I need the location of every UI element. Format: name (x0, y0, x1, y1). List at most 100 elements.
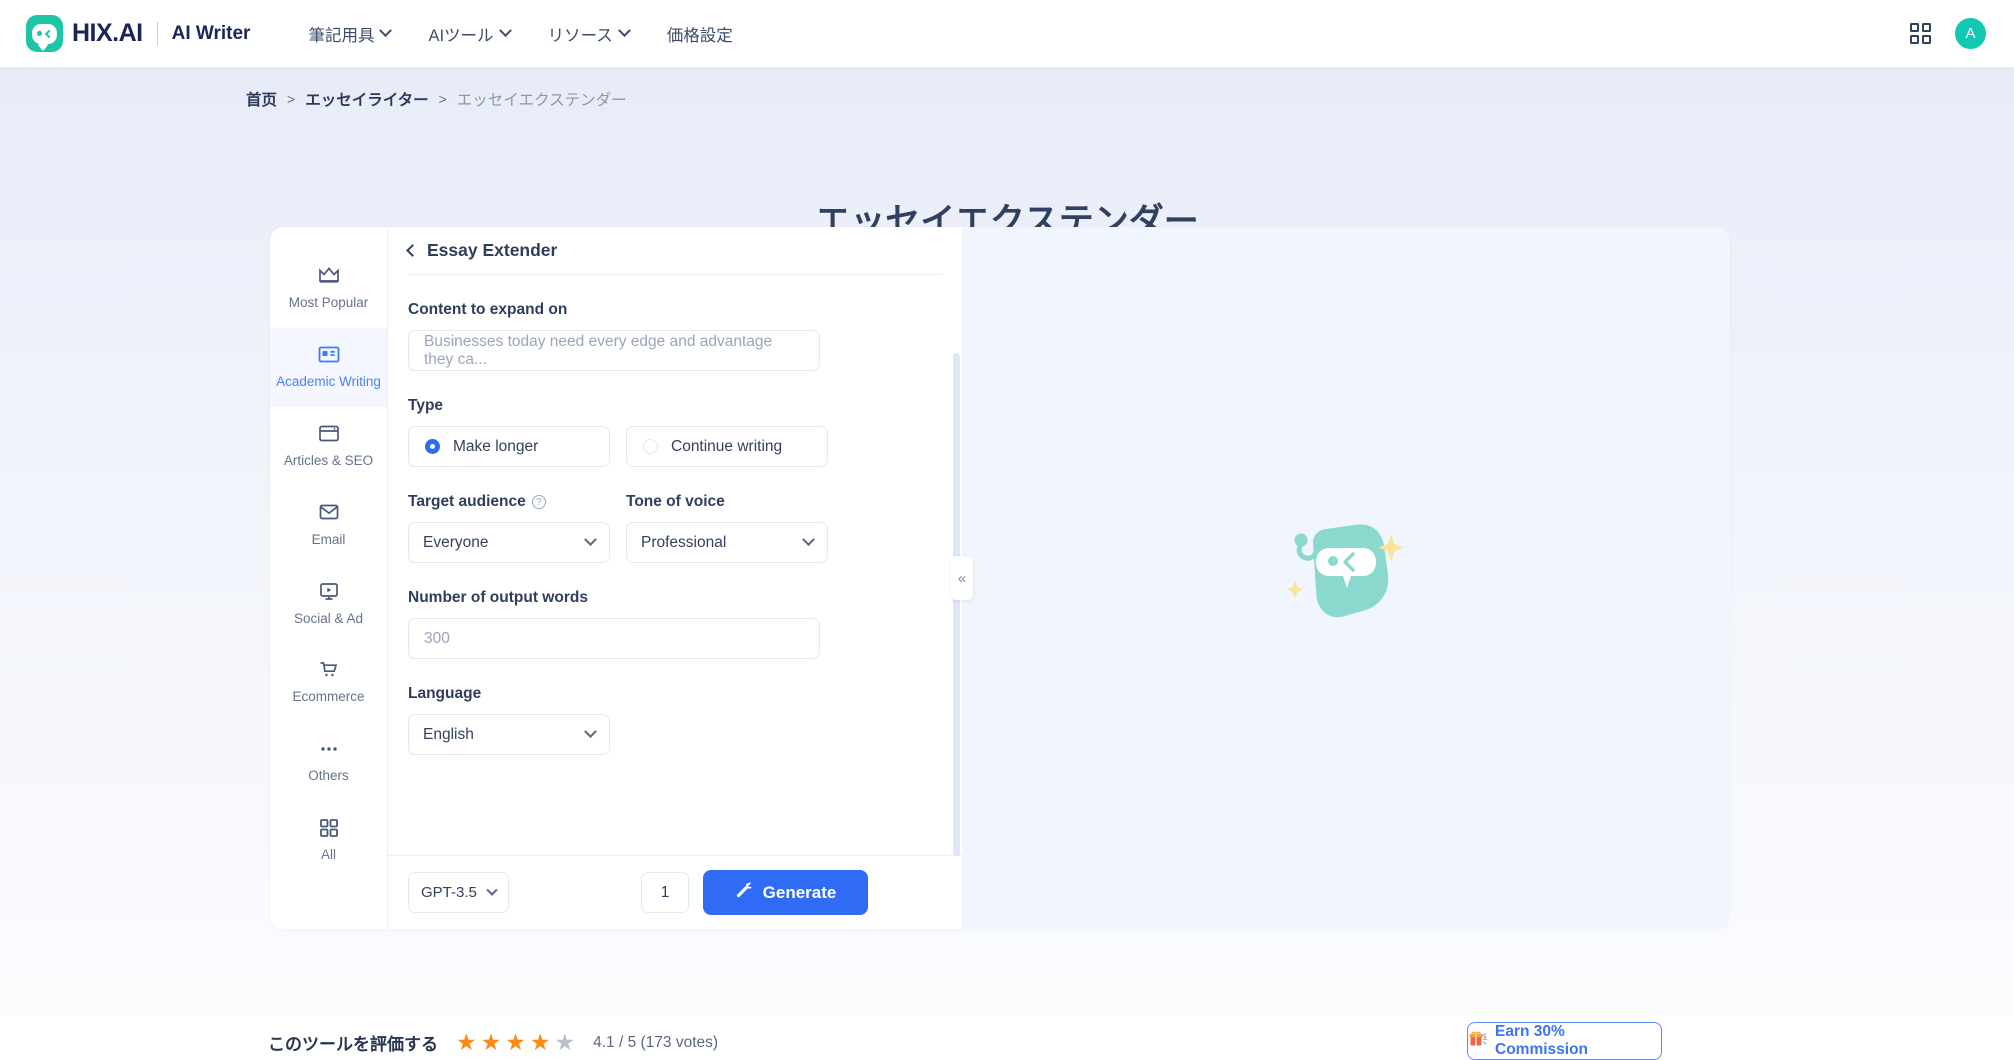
type-option-label: Make longer (453, 437, 539, 455)
sidebar-item-articles-seo[interactable]: Articles & SEO (270, 407, 387, 486)
radio-selected-icon (425, 439, 440, 454)
star-icon[interactable]: ★ (481, 1031, 502, 1054)
chevron-down-icon (584, 533, 597, 547)
tone-of-voice-select[interactable]: Professional (626, 522, 828, 563)
nav-label: AIツール (428, 26, 494, 45)
type-option-label: Continue writing (671, 437, 783, 455)
sidebar-item-label: Articles & SEO (283, 452, 374, 468)
brand-divider (156, 21, 158, 46)
target-audience-value: Everyone (423, 533, 489, 551)
rating-stars[interactable]: ★ ★ ★ ★ ★ (456, 1031, 575, 1054)
sidebar-item-label: Ecommerce (292, 689, 365, 705)
model-value: GPT-3.5 (421, 884, 477, 901)
sidebar-item-email[interactable]: Email (270, 486, 387, 565)
nav-item-ai-tools[interactable]: AIツール (428, 22, 512, 46)
category-sidebar: Most Popular Academic Writing Articles &… (270, 227, 387, 929)
output-preview-pane: « (951, 227, 1730, 929)
tool-card: Most Popular Academic Writing Articles &… (270, 227, 1730, 929)
generate-button[interactable]: Generate (703, 870, 868, 915)
brand-logo[interactable]: HIX.AI AI Writer (26, 15, 250, 52)
form-fields: Content to expand on Businesses today ne… (388, 275, 962, 855)
sidebar-item-others[interactable]: Others (270, 722, 387, 801)
language-select[interactable]: English (408, 714, 610, 755)
id-card-icon (318, 343, 340, 366)
mascot-placeholder-icon (1281, 518, 1411, 638)
content-input-placeholder: Businesses today need every edge and adv… (424, 332, 773, 368)
chevron-down-icon (617, 24, 631, 38)
nav-label: リソース (547, 26, 613, 45)
star-icon[interactable]: ★ (530, 1031, 551, 1054)
chevron-down-icon (486, 884, 498, 896)
language-value: English (423, 725, 474, 743)
form-footer: GPT-3.5 1 Generate (388, 855, 962, 929)
star-icon[interactable]: ★ (505, 1031, 526, 1054)
nav-item-pricing[interactable]: 価格設定 (667, 22, 733, 46)
topbar-actions: A (1910, 18, 1986, 49)
avatar[interactable]: A (1955, 18, 1986, 49)
monitor-play-icon (318, 580, 340, 603)
output-words-label: Number of output words (408, 589, 588, 606)
main-nav: 筆記用具 AIツール リソース 価格設定 (308, 22, 733, 46)
sidebar-item-label: All (320, 847, 336, 863)
type-options: Make longer Continue writing (408, 426, 942, 467)
nav-item-writing-tools[interactable]: 筆記用具 (308, 22, 393, 46)
page-background: 首页 > エッセイライター > エッセイエクステンダー エッセイエクステンダー … (0, 67, 2014, 1060)
model-select[interactable]: GPT-3.5 (408, 872, 509, 913)
breadcrumb-parent[interactable]: エッセイライター (305, 88, 428, 110)
chevron-down-icon (379, 24, 393, 38)
ellipsis-icon (318, 737, 340, 760)
hix-logo-icon (26, 15, 63, 52)
apps-grid-icon[interactable] (1910, 23, 1931, 44)
form-panel-title: Essay Extender (427, 240, 558, 260)
nav-item-resources[interactable]: リソース (547, 22, 631, 46)
content-input[interactable]: Businesses today need every edge and adv… (408, 330, 820, 371)
nav-label: 筆記用具 (308, 26, 375, 45)
type-option-make-longer[interactable]: Make longer (408, 426, 610, 467)
chevron-left-icon[interactable] (406, 243, 419, 257)
collapse-panel-button[interactable]: « (951, 556, 973, 600)
help-icon[interactable]: ? (531, 495, 546, 509)
sidebar-item-label: Most Popular (288, 295, 369, 310)
breadcrumb-home[interactable]: 首页 (246, 88, 277, 110)
content-field-label: Content to expand on (408, 301, 568, 318)
grid-icon (319, 816, 339, 839)
top-navigation-bar: HIX.AI AI Writer 筆記用具 AIツール リソース 価格設定 A (0, 0, 2014, 67)
breadcrumb-separator: > (287, 91, 296, 107)
sidebar-item-social-ad[interactable]: Social & Ad (270, 565, 387, 644)
tone-of-voice-label: Tone of voice (626, 493, 725, 510)
shopping-cart-icon (318, 658, 340, 681)
tool-rating: このツールを評価する ★ ★ ★ ★ ★ 4.1 / 5 (173 votes) (268, 1030, 718, 1055)
output-words-input[interactable]: 300 (408, 618, 820, 659)
earn-commission-button[interactable]: Earn 30% Commission (1467, 1022, 1662, 1060)
sidebar-item-all[interactable]: All (270, 801, 387, 880)
type-option-continue-writing[interactable]: Continue writing (626, 426, 828, 467)
target-audience-select[interactable]: Everyone (408, 522, 610, 563)
sidebar-item-academic-writing[interactable]: Academic Writing (270, 327, 387, 407)
commission-label: Earn 30% Commission (1495, 1023, 1589, 1058)
rating-label: このツールを評価する (268, 1035, 438, 1054)
tone-of-voice-value: Professional (641, 533, 727, 551)
breadcrumb: 首页 > エッセイライター > エッセイエクステンダー (246, 88, 627, 110)
sidebar-item-label: Academic Writing (276, 373, 381, 389)
form-panel-header: Essay Extender (388, 227, 962, 274)
radio-unselected-icon (643, 439, 658, 454)
chevron-down-icon (584, 725, 597, 739)
audience-tone-selects: Everyone Professional (408, 522, 942, 563)
language-label: Language (408, 685, 482, 702)
sidebar-item-most-popular[interactable]: Most Popular (270, 249, 387, 328)
form-scrollbar[interactable] (953, 353, 960, 855)
output-count-input[interactable]: 1 (641, 872, 689, 913)
envelope-icon (318, 501, 340, 524)
sidebar-item-ecommerce[interactable]: Ecommerce (270, 643, 387, 722)
star-icon[interactable]: ★ (555, 1031, 576, 1054)
crown-icon (318, 264, 340, 287)
gift-icon (1468, 1029, 1487, 1053)
output-words-placeholder: 300 (424, 629, 450, 647)
brand-name: HIX.AI (72, 19, 143, 47)
chevron-down-icon (802, 533, 815, 547)
star-icon[interactable]: ★ (456, 1031, 477, 1054)
sidebar-item-label: Others (308, 768, 349, 784)
browser-window-icon (318, 422, 340, 445)
brand-subtitle: AI Writer (171, 22, 251, 44)
target-audience-label: Target audience ? (408, 493, 610, 511)
